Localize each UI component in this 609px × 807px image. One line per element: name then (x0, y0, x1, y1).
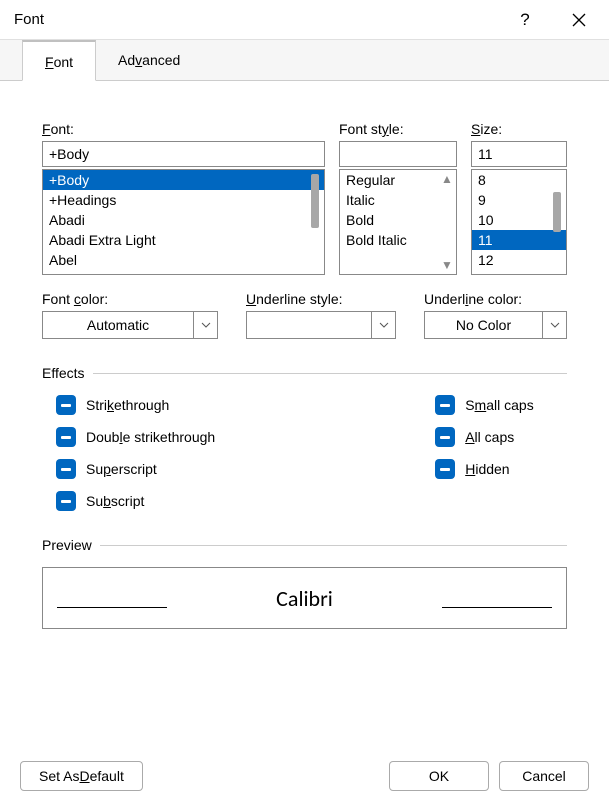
scroll-thumb[interactable] (311, 174, 319, 228)
underline-color-chevron[interactable] (543, 311, 567, 339)
checkbox-icon (435, 427, 455, 447)
set-default-button[interactable]: Set As Default (20, 761, 143, 791)
check-hidden[interactable]: Hidden (435, 459, 533, 479)
chevron-down-icon (550, 322, 560, 328)
tab-bar: Font Advanced (0, 40, 609, 81)
style-label: Font style: (339, 121, 457, 137)
cancel-button[interactable]: Cancel (499, 761, 589, 791)
preview-line-right (442, 607, 552, 608)
checkbox-icon (435, 395, 455, 415)
chevron-down-icon (201, 322, 211, 328)
font-color-dropdown[interactable]: Automatic (42, 311, 194, 339)
underline-color-label: Underline color: (424, 291, 567, 307)
style-listbox[interactable]: Regular Italic Bold Bold Italic ▲ ▼ (339, 169, 457, 275)
check-double-strikethrough[interactable]: Double strikethrough (56, 427, 215, 447)
style-input[interactable] (339, 141, 457, 167)
checkbox-icon (435, 459, 455, 479)
scroll-up-icon[interactable]: ▲ (440, 172, 454, 186)
tab-font[interactable]: Font (22, 40, 96, 81)
effects-heading: Effects (42, 365, 567, 381)
titlebar: Font ? (0, 0, 609, 40)
check-superscript[interactable]: Superscript (56, 459, 215, 479)
dialog-content: Font: +Body +Headings Abadi Abadi Extra … (0, 81, 609, 649)
close-button[interactable] (557, 0, 601, 40)
dialog-footer: Set As Default OK Cancel (0, 761, 609, 791)
check-smallcaps[interactable]: Small caps (435, 395, 533, 415)
font-item-abadi-extra[interactable]: Abadi Extra Light (43, 230, 324, 250)
check-allcaps[interactable]: All caps (435, 427, 533, 447)
help-button[interactable]: ? (503, 0, 547, 40)
underline-style-chevron[interactable] (372, 311, 396, 339)
scroll-down-icon[interactable]: ▼ (440, 258, 454, 272)
check-strikethrough[interactable]: Strikethrough (56, 395, 215, 415)
style-item-regular[interactable]: Regular (340, 170, 456, 190)
checkbox-icon (56, 427, 76, 447)
underline-style-label: Underline style: (246, 291, 396, 307)
close-icon (572, 13, 586, 27)
font-color-label: Font color: (42, 291, 218, 307)
style-scrollbar[interactable]: ▲ ▼ (440, 172, 454, 272)
size-input[interactable] (471, 141, 567, 167)
preview-box: Calibri (42, 567, 567, 629)
ok-button[interactable]: OK (389, 761, 489, 791)
underline-style-dropdown[interactable] (246, 311, 372, 339)
font-scrollbar[interactable] (308, 172, 322, 272)
font-color-chevron[interactable] (194, 311, 218, 339)
size-listbox[interactable]: 8 9 10 11 12 (471, 169, 567, 275)
font-listbox[interactable]: +Body +Headings Abadi Abadi Extra Light … (42, 169, 325, 275)
underline-color-dropdown[interactable]: No Color (424, 311, 543, 339)
font-input[interactable] (42, 141, 325, 167)
style-item-bolditalic[interactable]: Bold Italic (340, 230, 456, 250)
preview-heading: Preview (42, 537, 567, 553)
font-item-headings[interactable]: +Headings (43, 190, 324, 210)
font-item-body[interactable]: +Body (43, 170, 324, 190)
effects-section: Effects Strikethrough Double strikethrou… (42, 365, 567, 523)
window-title: Font (14, 11, 44, 28)
style-item-italic[interactable]: Italic (340, 190, 456, 210)
preview-text: Calibri (276, 585, 333, 612)
preview-line-left (57, 607, 167, 608)
size-scrollbar[interactable] (550, 172, 564, 272)
font-item-abel[interactable]: Abel (43, 250, 324, 270)
font-label: Font: (42, 121, 325, 137)
chevron-down-icon (379, 322, 389, 328)
checkbox-icon (56, 395, 76, 415)
checkbox-icon (56, 491, 76, 511)
font-item-abadi[interactable]: Abadi (43, 210, 324, 230)
size-label: Size: (471, 121, 567, 137)
scroll-thumb[interactable] (553, 192, 561, 232)
preview-section: Preview Calibri (42, 537, 567, 629)
style-item-bold[interactable]: Bold (340, 210, 456, 230)
check-subscript[interactable]: Subscript (56, 491, 215, 511)
checkbox-icon (56, 459, 76, 479)
tab-advanced[interactable]: Advanced (96, 40, 202, 80)
